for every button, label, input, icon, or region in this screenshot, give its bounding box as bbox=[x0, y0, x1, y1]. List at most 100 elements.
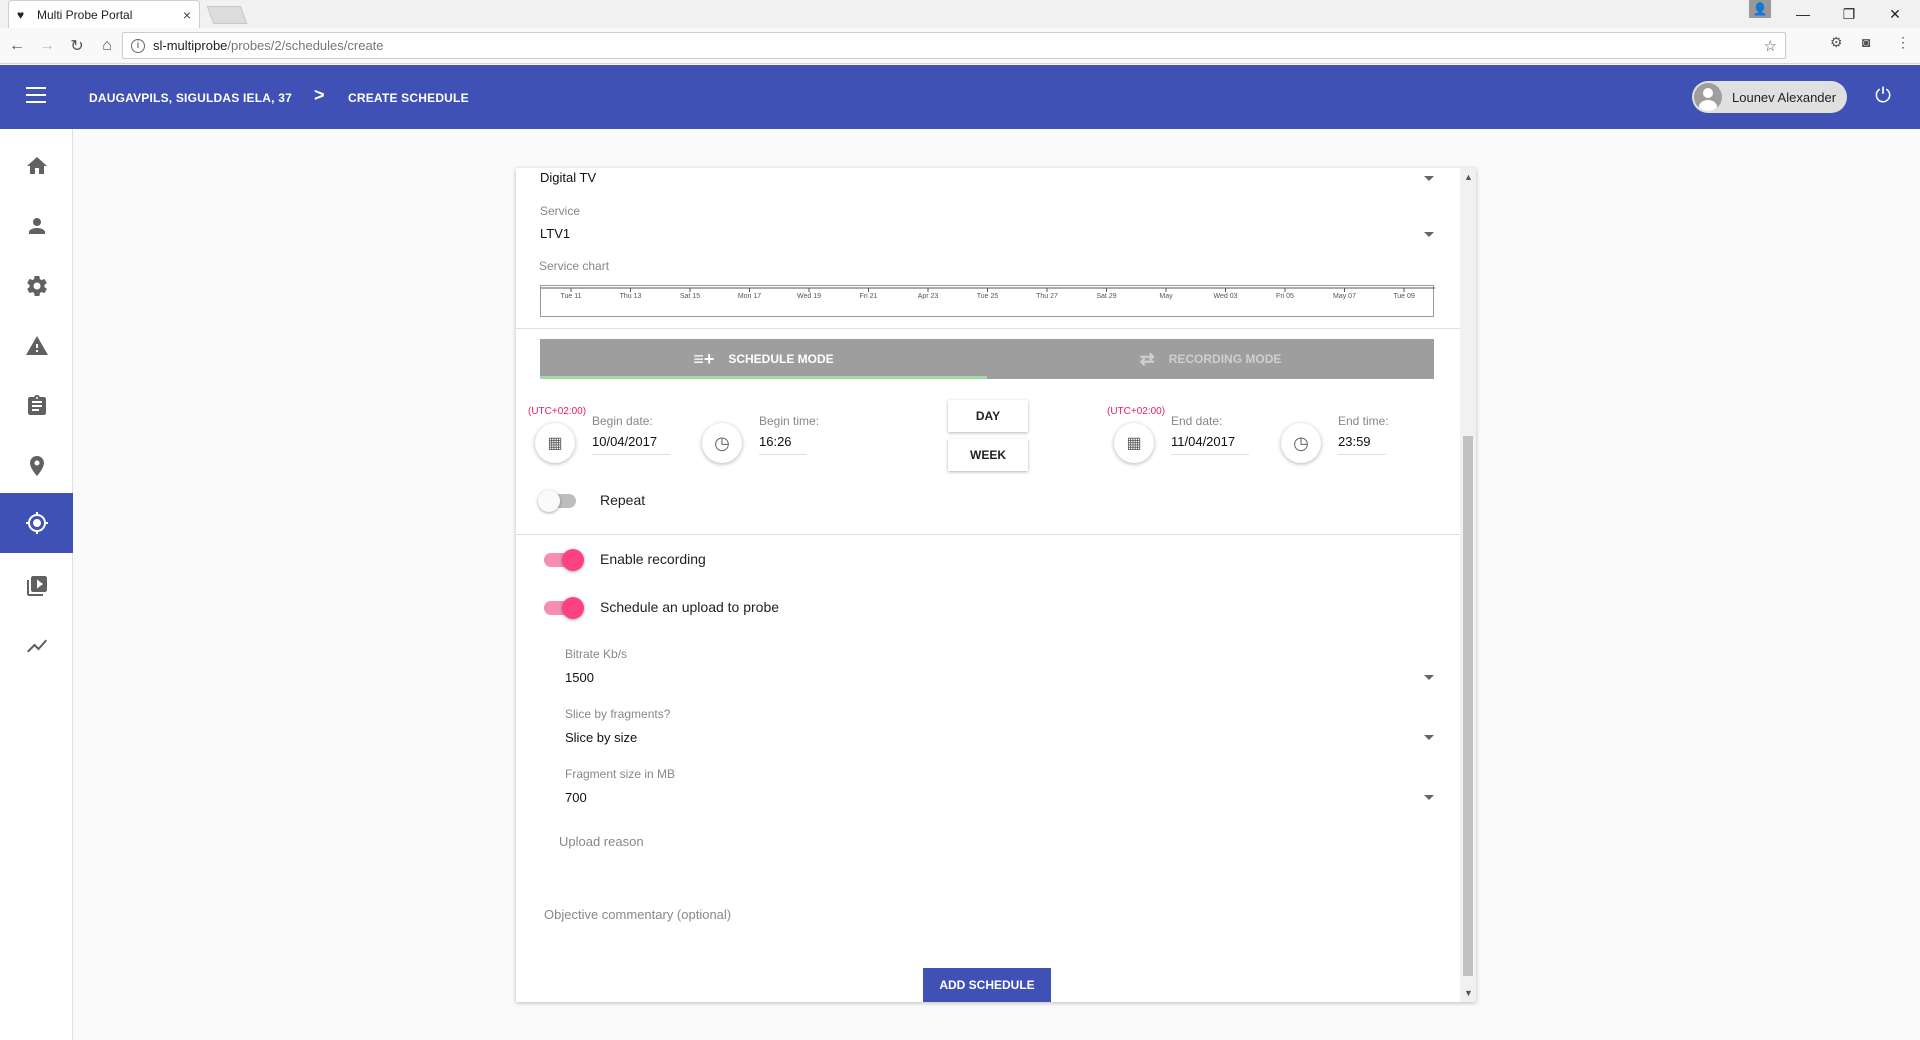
begin-time-picker-button[interactable]: ◷ bbox=[702, 423, 742, 463]
enable-recording-label: Enable recording bbox=[600, 551, 706, 567]
home-icon bbox=[26, 157, 47, 174]
video-library-icon bbox=[26, 576, 47, 596]
chart-tick-label: Fri 21 bbox=[860, 293, 878, 300]
chart-tick-label: Tue 25 bbox=[977, 293, 999, 300]
service-chart-label: Service chart bbox=[539, 259, 610, 273]
chart-tick-label: Tue 11 bbox=[560, 293, 581, 300]
tab-close-icon[interactable]: × bbox=[183, 7, 191, 23]
schedule-upload-label: Schedule an upload to probe bbox=[600, 599, 780, 615]
sidebar-item-users[interactable] bbox=[0, 196, 73, 256]
add-schedule-button[interactable]: ADD SCHEDULE bbox=[923, 968, 1051, 1002]
begin-time-field[interactable]: Begin time: 16:26 bbox=[759, 414, 819, 458]
end-date-field[interactable]: End date: 11/04/2017 bbox=[1171, 414, 1251, 458]
breadcrumb-location[interactable]: DAUGAVPILS, SIGULDAS IELA, 37 bbox=[89, 91, 292, 105]
begin-date-field[interactable]: Begin date: 10/04/2017 bbox=[592, 414, 672, 458]
schedule-upload-toggle[interactable] bbox=[542, 597, 584, 619]
reload-icon[interactable]: ↻ bbox=[64, 33, 90, 59]
begin-date-value: 10/04/2017 bbox=[592, 434, 658, 449]
end-time-label: End time: bbox=[1338, 414, 1389, 428]
begin-date-picker-button[interactable]: ▦ bbox=[535, 423, 575, 463]
browser-toolbar: ← → ↻ ⌂ i sl-multiprobe/probes/2/schedul… bbox=[0, 28, 1920, 64]
chart-tick-label: Mon 17 bbox=[738, 293, 761, 300]
begin-date-label: Begin date: bbox=[592, 414, 653, 428]
chart-tick-label: Fri 05 bbox=[1276, 293, 1294, 300]
new-tab-button[interactable] bbox=[206, 6, 248, 24]
chart-tick-label: Tue 09 bbox=[1393, 293, 1415, 300]
type-select-value: Digital TV bbox=[540, 170, 597, 185]
scroll-thumb[interactable] bbox=[1463, 436, 1473, 976]
address-bar[interactable]: i sl-multiprobe/probes/2/schedules/creat… bbox=[122, 32, 1786, 59]
url-path: /probes/2/schedules/create bbox=[227, 38, 384, 53]
section-divider bbox=[516, 534, 1460, 535]
bookmark-star-icon[interactable]: ☆ bbox=[1764, 37, 1777, 55]
power-logout-icon[interactable]: ⏻ bbox=[1872, 85, 1894, 107]
fragment-size-select[interactable]: Fragment size in MB 700 bbox=[565, 767, 1434, 811]
tab-recording-mode[interactable]: ⇄ RECORDING MODE bbox=[987, 339, 1434, 379]
type-select[interactable]: Digital TV bbox=[540, 168, 1434, 192]
repeat-icon: ⇄ bbox=[1139, 348, 1155, 369]
extension-icon[interactable]: ⚙ bbox=[1830, 34, 1843, 51]
sidebar-item-alerts[interactable] bbox=[0, 316, 73, 376]
trending-icon bbox=[26, 639, 47, 653]
chart-tick-label: Wed 19 bbox=[797, 293, 821, 300]
forward-arrow-icon[interactable]: → bbox=[34, 33, 60, 59]
field-underline bbox=[759, 454, 807, 455]
end-time-picker-button[interactable]: ◷ bbox=[1281, 423, 1321, 463]
sidebar-item-home[interactable] bbox=[0, 136, 73, 196]
toggle-knob bbox=[562, 549, 584, 571]
commentary-input[interactable]: Objective commentary (optional) bbox=[544, 907, 731, 922]
slice-value: Slice by size bbox=[565, 730, 638, 745]
day-button[interactable]: DAY bbox=[948, 400, 1028, 432]
sidebar-item-settings[interactable] bbox=[0, 256, 73, 316]
tab-schedule-mode[interactable]: ≡+ SCHEDULE MODE bbox=[540, 339, 987, 379]
browser-tab[interactable]: ♥ Multi Probe Portal × bbox=[8, 0, 200, 28]
upload-reason-input[interactable]: Upload reason bbox=[559, 834, 644, 849]
close-window-button[interactable]: ✕ bbox=[1872, 0, 1918, 28]
chevron-down-icon bbox=[1424, 176, 1434, 181]
warning-icon bbox=[25, 336, 48, 355]
sidebar-item-media[interactable] bbox=[0, 556, 73, 616]
chevron-down-icon bbox=[1424, 795, 1434, 800]
field-underline bbox=[1338, 454, 1386, 455]
end-date-picker-button[interactable]: ▦ bbox=[1114, 423, 1154, 463]
scroll-down-icon[interactable]: ▼ bbox=[1464, 988, 1473, 998]
browser-menu-icon[interactable]: ⋮ bbox=[1896, 34, 1910, 51]
end-time-field[interactable]: End time: 23:59 bbox=[1338, 414, 1398, 458]
sidebar-item-locations[interactable] bbox=[0, 436, 73, 496]
extension-mask-icon[interactable]: ◙ bbox=[1862, 34, 1870, 50]
user-chip[interactable]: Lounev Alexander bbox=[1692, 81, 1847, 113]
repeat-toggle[interactable] bbox=[538, 490, 578, 512]
breadcrumb-chevron-icon: > bbox=[314, 85, 325, 105]
chart-tick-label: Wed 03 bbox=[1214, 293, 1238, 300]
bitrate-select[interactable]: Bitrate Kb/s 1500 bbox=[565, 647, 1434, 691]
form-scrollbar[interactable]: ▲ ▼ bbox=[1460, 168, 1476, 1002]
tab-title: Multi Probe Portal bbox=[37, 7, 133, 22]
fragment-size-value: 700 bbox=[565, 790, 587, 805]
sidebar-item-statistics[interactable] bbox=[0, 616, 73, 676]
enable-recording-toggle[interactable] bbox=[542, 549, 584, 571]
chart-tick-label: Sat 29 bbox=[1096, 293, 1116, 300]
toggle-knob bbox=[562, 597, 584, 619]
tab-recording-mode-label: RECORDING MODE bbox=[1168, 352, 1282, 366]
bitrate-value: 1500 bbox=[565, 670, 594, 685]
minimize-button[interactable]: — bbox=[1780, 0, 1826, 28]
gear-icon bbox=[26, 276, 47, 297]
scroll-up-icon[interactable]: ▲ bbox=[1464, 172, 1473, 182]
hamburger-menu-icon[interactable] bbox=[26, 87, 46, 103]
home-page-icon[interactable]: ⌂ bbox=[94, 33, 120, 59]
back-arrow-icon[interactable]: ← bbox=[4, 33, 30, 59]
service-chart: Tue 11 Thu 13 Sat 15 Mon 17 Wed 19 Fri 21 Apr … bbox=[540, 285, 1435, 317]
restore-button[interactable]: ❐ bbox=[1826, 0, 1872, 28]
sidebar-item-reports[interactable] bbox=[0, 376, 73, 436]
fragment-size-label: Fragment size in MB bbox=[565, 767, 676, 781]
week-button[interactable]: WEEK bbox=[948, 439, 1028, 471]
chevron-down-icon bbox=[1424, 675, 1434, 680]
sidebar-item-probes[interactable] bbox=[0, 493, 73, 553]
field-underline bbox=[592, 454, 670, 455]
site-info-icon[interactable]: i bbox=[131, 38, 145, 53]
service-select[interactable]: Service LTV1 bbox=[540, 204, 1434, 248]
slice-select[interactable]: Slice by fragments? Slice by size bbox=[565, 707, 1434, 751]
chart-tick-label: Apr 23 bbox=[918, 293, 939, 300]
chart-tick-label: Thu 27 bbox=[1036, 293, 1058, 300]
browser-profile-icon[interactable]: 👤 bbox=[1749, 0, 1771, 18]
